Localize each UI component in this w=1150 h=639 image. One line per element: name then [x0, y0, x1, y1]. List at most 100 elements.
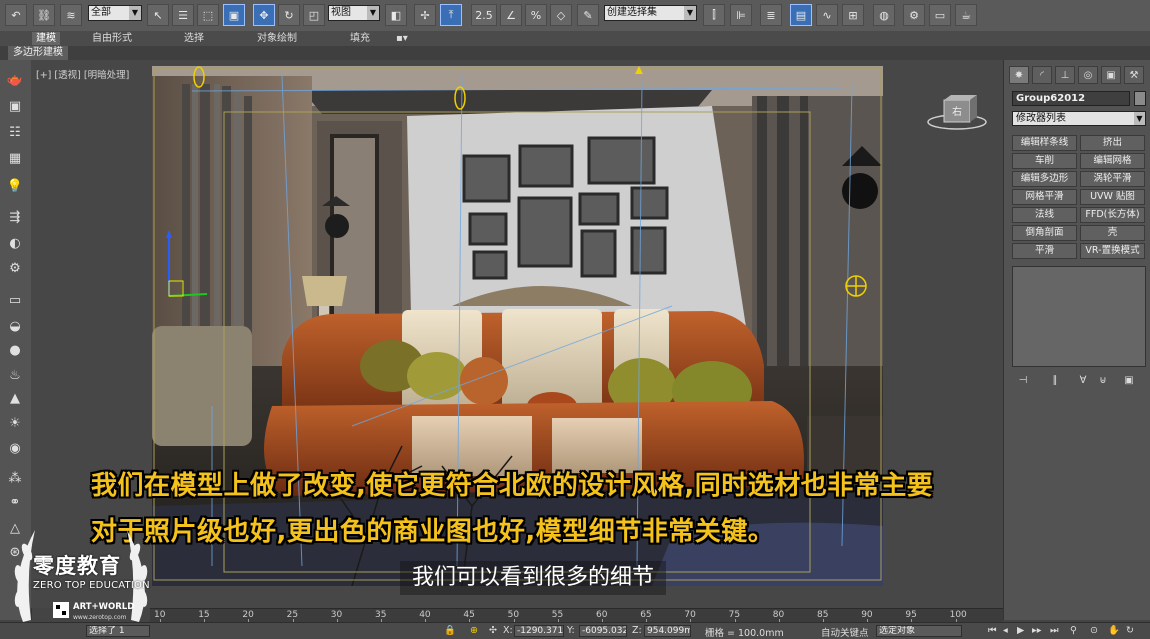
select-by-name-icon[interactable]: ☰	[172, 4, 194, 26]
teapot-shape-icon[interactable]: ♨	[5, 365, 25, 385]
z-coord-field[interactable]: 954.099mm	[644, 625, 691, 637]
orbit-icon[interactable]: ↻	[1126, 625, 1134, 636]
object-name-field[interactable]: Group62012	[1012, 91, 1130, 106]
reference-coord-select[interactable]: 视图 ▼	[328, 5, 380, 21]
timeline-track[interactable]: 10 15 20 25 30 35 40 45 50 55 60 65 70 75 80 85 90 95 100	[150, 608, 1003, 623]
undo-icon[interactable]: ↶	[5, 4, 27, 26]
tab-polygon-modeling[interactable]: 多边形建模	[8, 46, 68, 60]
render-icon[interactable]: ▣	[5, 96, 25, 116]
zoom-icon[interactable]: ⊙	[1090, 625, 1098, 636]
object-color-swatch[interactable]	[1134, 91, 1146, 106]
modifier-button[interactable]: 法线	[1012, 207, 1077, 223]
select-move-icon[interactable]: ✥	[253, 4, 275, 26]
modifier-list-select[interactable]: 修改器列表 ▼	[1012, 111, 1146, 126]
previous-frame-icon[interactable]: ◂	[1003, 625, 1008, 636]
material-editor-icon[interactable]: ◍	[873, 4, 895, 26]
time-config-icon[interactable]: ⚲	[1070, 625, 1077, 636]
y-coord-field[interactable]: -6095.032	[579, 625, 627, 637]
select-rotate-icon[interactable]: ↻	[278, 4, 300, 26]
modifier-button[interactable]: 壳	[1080, 225, 1145, 241]
play-icon[interactable]: ▶	[1017, 625, 1024, 636]
list-icon[interactable]: ☷	[5, 122, 25, 142]
systems-icon[interactable]: ⚙	[5, 258, 25, 278]
next-frame-icon[interactable]: ▸▸	[1032, 625, 1042, 636]
orb-icon[interactable]: ◉	[5, 438, 25, 458]
modifier-button[interactable]: 涡轮平滑	[1080, 171, 1145, 187]
render-setup-icon[interactable]: ⚙	[903, 4, 925, 26]
motion-tab-icon[interactable]: ◎	[1078, 66, 1098, 84]
selection-filter-select[interactable]: 全部 ▼	[88, 5, 142, 21]
modifier-button[interactable]: UVW 贴图	[1080, 189, 1145, 205]
make-unique-icon[interactable]: ∀	[1074, 373, 1092, 389]
molecule-icon[interactable]: ⚭	[5, 492, 25, 512]
hemisphere-icon[interactable]: ◒	[5, 316, 25, 336]
snap-toggle-icon[interactable]: 2.5	[471, 4, 497, 26]
auto-key-button[interactable]: 自动关键点	[821, 625, 869, 639]
modifier-button[interactable]: 编辑网格	[1080, 153, 1145, 169]
render-production-icon[interactable]: ☕	[955, 4, 977, 26]
window-crossing-icon[interactable]: ▣	[223, 4, 245, 26]
display-tab-icon[interactable]: ▣	[1101, 66, 1121, 84]
named-selection-select[interactable]: 创建选择集 ▼	[604, 5, 697, 21]
grid-icon[interactable]: ▦	[5, 148, 25, 168]
angle-snap-icon[interactable]: ∠	[500, 4, 522, 26]
edit-named-selection-icon[interactable]: ✎	[577, 4, 599, 26]
tab-populate[interactable]: 填充	[346, 32, 374, 45]
x-coord-field[interactable]: -1290.371	[514, 625, 564, 637]
tab-selection[interactable]: 选择	[180, 32, 208, 45]
select-scale-icon[interactable]: ◰	[303, 4, 325, 26]
hierarchy-tab-icon[interactable]: ⊥	[1055, 66, 1075, 84]
go-to-end-icon[interactable]: ⏭	[1050, 625, 1059, 636]
modifier-button[interactable]: 编辑多边形	[1012, 171, 1077, 187]
layer-manager-icon[interactable]: ≣	[760, 4, 782, 26]
absolute-mode-icon[interactable]: ⊕	[470, 625, 478, 636]
create-tab-icon[interactable]: ✸	[1009, 66, 1029, 84]
teapot-icon[interactable]: 🫖	[5, 70, 25, 90]
rect-selection-icon[interactable]: ⬚	[197, 4, 219, 26]
cone-icon[interactable]: ▲	[5, 388, 25, 408]
set-key-select[interactable]: 选定对象	[876, 625, 962, 637]
camera-icon[interactable]: ◐	[5, 233, 25, 253]
lock-icon[interactable]: 🔒	[444, 625, 456, 636]
keyboard-shortcut-override-icon[interactable]: ⤒	[440, 4, 462, 26]
graphite-toolbar-icon[interactable]: ▤	[790, 4, 812, 26]
modifier-button[interactable]: 平滑	[1012, 243, 1077, 259]
transform-mode-icon[interactable]: ✣	[489, 625, 497, 636]
tab-object-paint[interactable]: 对象绘制	[253, 32, 301, 45]
box-icon[interactable]: ▭	[5, 290, 25, 310]
viewcube-face-label[interactable]: 右	[952, 105, 962, 118]
render-frame-icon[interactable]: ▭	[929, 4, 951, 26]
remove-modifier-icon[interactable]: ⊎	[1094, 373, 1112, 389]
schematic-view-icon[interactable]: ⊞	[842, 4, 864, 26]
viewport-label[interactable]: [+] [透视] [明暗处理]	[36, 67, 129, 81]
show-end-result-icon[interactable]: ∥	[1046, 373, 1064, 389]
modifier-button[interactable]: 编辑样条线	[1012, 135, 1077, 151]
modifier-button[interactable]: 倒角剖面	[1012, 225, 1077, 241]
select-object-icon[interactable]: ↖	[147, 4, 169, 26]
modifier-stack[interactable]	[1012, 266, 1146, 367]
ribbon-options-icon[interactable]: ▪▾	[392, 32, 412, 45]
align-icon[interactable]: ⊫	[730, 4, 752, 26]
viewcube[interactable]: 右	[926, 92, 988, 132]
light-icon[interactable]: 💡	[5, 176, 25, 196]
tab-modeling[interactable]: 建模	[32, 32, 60, 45]
select-manipulate-icon[interactable]: ✢	[414, 4, 436, 26]
spinner-snap-icon[interactable]: ◇	[550, 4, 572, 26]
configure-sets-icon[interactable]: ▣	[1120, 373, 1138, 389]
modifier-button[interactable]: 挤出	[1080, 135, 1145, 151]
modifier-button[interactable]: 车削	[1012, 153, 1077, 169]
helper-icon[interactable]: ⇶	[5, 207, 25, 227]
modifier-button[interactable]: 网格平滑	[1012, 189, 1077, 205]
modifier-button[interactable]: FFD(长方体)	[1080, 207, 1145, 223]
particles-icon[interactable]: ⁂	[5, 468, 25, 488]
utilities-tab-icon[interactable]: ⚒	[1124, 66, 1144, 84]
percent-snap-icon[interactable]: %	[525, 4, 547, 26]
bind-space-warp-icon[interactable]: ≋	[60, 4, 82, 26]
pin-stack-icon[interactable]: ⊣	[1014, 373, 1032, 389]
sphere-icon[interactable]: ●	[5, 340, 25, 360]
tab-freeform[interactable]: 自由形式	[88, 32, 136, 45]
link-icon[interactable]: ⛓	[33, 4, 55, 26]
go-to-start-icon[interactable]: ⏮	[988, 625, 997, 636]
sun-icon[interactable]: ☀	[5, 413, 25, 433]
modifier-button[interactable]: VR-置换模式	[1080, 243, 1145, 259]
